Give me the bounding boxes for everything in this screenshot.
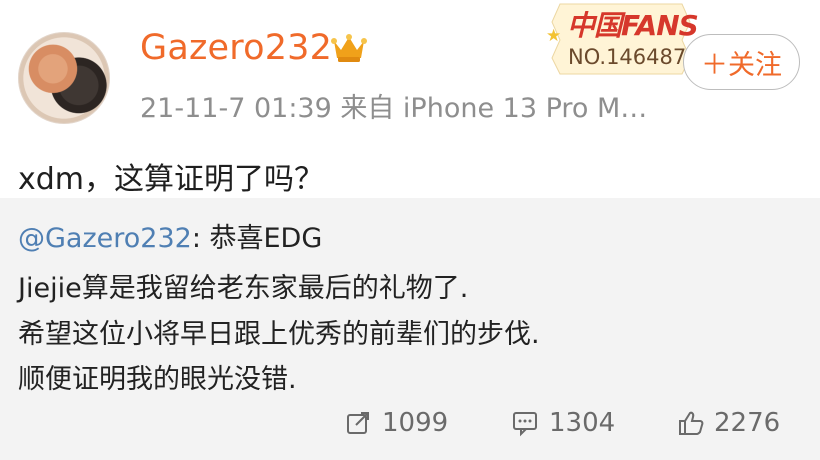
thumbs-up-icon	[679, 411, 704, 435]
crown-icon	[331, 34, 367, 62]
fan-badge[interactable]: ★ 中国FANS NO.146487	[542, 0, 699, 78]
post-header: Gazero232 21-11-7 01:39 来自 iPhone 13 Pro…	[0, 0, 820, 140]
like-count: 2276	[714, 408, 781, 438]
avatar[interactable]	[18, 32, 110, 124]
repost-line: Jiejie算是我留给老东家最后的礼物了.	[18, 273, 469, 304]
action-bar: 1099 1304 2276	[0, 392, 820, 460]
mention-link[interactable]: @Gazero232	[18, 223, 192, 254]
comment-icon	[513, 412, 537, 437]
repost-action[interactable]: 1099	[344, 408, 448, 438]
follow-button-label: ＋关注	[701, 49, 782, 81]
repost-line: 希望这位小将早日跟上优秀的前辈们的步伐.	[18, 319, 540, 350]
follow-button[interactable]: ＋关注	[683, 34, 800, 90]
star-icon: ★	[546, 26, 562, 46]
repost-count: 1099	[382, 408, 449, 438]
comment-count: 1304	[549, 408, 616, 438]
fan-badge-title: 中国FANS	[567, 9, 699, 42]
post-text: xdm，这算证明了吗？	[18, 162, 325, 197]
comment-action[interactable]: 1304	[511, 408, 615, 438]
username[interactable]: Gazero232	[140, 28, 332, 68]
reposted-content[interactable]: @Gazero232: 恭喜EDG Jiejie算是我留给老东家最后的礼物了. …	[0, 198, 820, 460]
like-action[interactable]: 2276	[676, 408, 780, 438]
repost-headline: : 恭喜EDG	[191, 223, 323, 254]
post-timestamp-and-source: 21-11-7 01:39 来自 iPhone 13 Pro M…	[140, 93, 648, 124]
fan-badge-number: NO.146487	[568, 45, 687, 69]
repost-icon	[347, 412, 369, 434]
repost-header-line: @Gazero232: 恭喜EDG	[18, 216, 322, 255]
repost-line: 顺便证明我的眼光没错.	[18, 364, 297, 395]
